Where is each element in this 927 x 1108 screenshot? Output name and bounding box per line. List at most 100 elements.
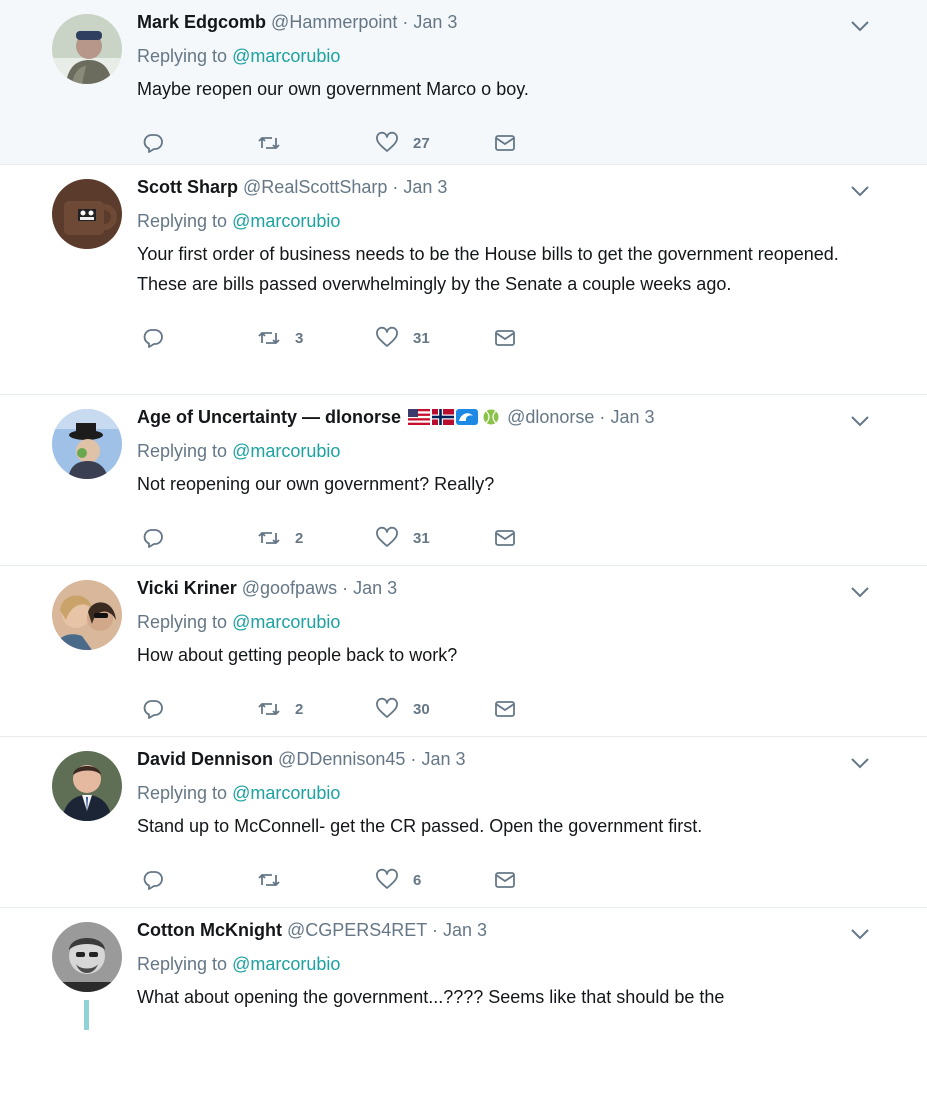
retweet-count: 2	[295, 529, 304, 547]
like-button[interactable]: 31	[375, 525, 430, 551]
tweet[interactable]: Scott Sharp @RealScottSharp · Jan 3 Repl…	[0, 165, 927, 395]
heart-icon	[376, 697, 398, 718]
direct-message-button[interactable]	[493, 525, 517, 551]
user-handle[interactable]: @RealScottSharp	[243, 177, 387, 197]
like-button[interactable]: 6	[375, 867, 421, 893]
avatar[interactable]	[52, 179, 122, 249]
user-handle[interactable]: @Hammerpoint	[271, 12, 397, 32]
tweet-timestamp[interactable]: Jan 3	[353, 578, 397, 598]
replying-to: Replying to @marcorubio	[137, 44, 867, 68]
replying-to-label: Replying to	[137, 211, 228, 231]
tweet-timestamp[interactable]: Jan 3	[403, 177, 447, 197]
direct-message-button[interactable]	[493, 696, 517, 722]
retweet-icon	[258, 137, 280, 149]
like-count: 27	[413, 134, 430, 152]
retweet-button[interactable]	[257, 130, 295, 156]
replying-to-label: Replying to	[137, 441, 228, 461]
heart-icon	[376, 868, 398, 889]
tweet-text: What about opening the government...????…	[137, 987, 725, 1007]
retweet-icon	[258, 874, 280, 886]
user-fullname[interactable]: Scott Sharp	[137, 177, 238, 197]
avatar[interactable]	[52, 580, 122, 650]
user-handle[interactable]: @goofpaws	[242, 578, 337, 598]
user-fullname[interactable]: David Dennison	[137, 749, 273, 769]
direct-message-button[interactable]	[493, 325, 517, 351]
chevron-down-icon[interactable]	[849, 926, 871, 942]
tweet-timestamp[interactable]: Jan 3	[421, 749, 465, 769]
retweet-button[interactable]: 3	[257, 325, 303, 351]
mention-link[interactable]: @marcorubio	[232, 783, 340, 803]
tweet-header: David Dennison @DDennison45 · Jan 3	[137, 747, 867, 771]
retweet-icon	[258, 532, 280, 544]
retweet-count: 3	[295, 329, 304, 347]
retweet-button[interactable]: 2	[257, 525, 303, 551]
retweet-button[interactable]	[257, 867, 295, 893]
reply-button[interactable]	[141, 130, 165, 156]
thread-connector	[84, 1000, 89, 1030]
retweet-count: 2	[295, 700, 304, 718]
direct-message-button[interactable]	[493, 867, 517, 893]
user-fullname[interactable]: Age of Uncertainty — dlonorse	[137, 407, 401, 427]
mention-link[interactable]: @marcorubio	[232, 211, 340, 231]
mention-link[interactable]: @marcorubio	[232, 954, 340, 974]
tweet-header: Mark Edgcomb @Hammerpoint · Jan 3	[137, 10, 867, 34]
like-count: 30	[413, 700, 430, 718]
tweet-header: Scott Sharp @RealScottSharp · Jan 3	[137, 175, 867, 199]
chevron-down-icon[interactable]	[849, 18, 871, 34]
reply-button[interactable]	[141, 525, 165, 551]
tweet-actions: 2 31	[137, 513, 867, 569]
tweet[interactable]: David Dennison @DDennison45 · Jan 3 Repl…	[0, 737, 927, 908]
avatar[interactable]	[52, 409, 122, 479]
tweet-text: How about getting people back to work?	[137, 645, 458, 665]
envelope-icon	[495, 701, 515, 717]
tweet-timestamp[interactable]: Jan 3	[610, 407, 654, 427]
tweet-timestamp[interactable]: Jan 3	[443, 920, 487, 940]
user-handle[interactable]: @dlonorse	[507, 407, 594, 427]
avatar[interactable]	[52, 14, 122, 84]
reply-button[interactable]	[141, 867, 165, 893]
like-button[interactable]: 31	[375, 325, 430, 351]
chevron-down-icon[interactable]	[849, 413, 871, 429]
tweet-timestamp[interactable]: Jan 3	[413, 12, 457, 32]
reply-button[interactable]	[141, 325, 165, 351]
like-count: 31	[413, 529, 430, 547]
chevron-down-icon[interactable]	[849, 584, 871, 600]
like-button[interactable]: 27	[375, 130, 430, 156]
avatar[interactable]	[52, 922, 122, 992]
replying-to-label: Replying to	[137, 612, 228, 632]
tweet-text: Not reopening our own government? Really…	[137, 474, 495, 494]
reply-button[interactable]	[141, 696, 165, 722]
tweet[interactable]: Cotton McKnight @CGPERS4RET · Jan 3 Repl…	[0, 908, 927, 1108]
mention-link[interactable]: @marcorubio	[232, 46, 340, 66]
reply-icon	[143, 700, 163, 719]
direct-message-button[interactable]	[493, 130, 517, 156]
mention-link[interactable]: @marcorubio	[232, 612, 340, 632]
separator: ·	[342, 578, 349, 598]
replying-to-label: Replying to	[137, 46, 228, 66]
replying-to: Replying to @marcorubio	[137, 439, 867, 463]
separator: ·	[410, 749, 417, 769]
avatar[interactable]	[52, 751, 122, 821]
user-handle[interactable]: @CGPERS4RET	[287, 920, 427, 940]
separator: ·	[402, 12, 409, 32]
separator: ·	[431, 920, 438, 940]
user-fullname[interactable]: Cotton McKnight	[137, 920, 282, 940]
user-fullname[interactable]: Mark Edgcomb	[137, 12, 266, 32]
tweet-actions: 2 30	[137, 684, 867, 740]
tennis-ball-emoji	[483, 409, 499, 425]
tweet[interactable]: Mark Edgcomb @Hammerpoint · Jan 3 Replyi…	[0, 0, 927, 165]
tweet[interactable]: Vicki Kriner @goofpaws · Jan 3 Replying …	[0, 566, 927, 737]
like-count: 31	[413, 329, 430, 347]
chevron-down-icon[interactable]	[849, 755, 871, 771]
user-fullname[interactable]: Vicki Kriner	[137, 578, 237, 598]
mention-link[interactable]: @marcorubio	[232, 441, 340, 461]
envelope-icon	[495, 872, 515, 888]
tweet-actions: 6	[137, 855, 867, 911]
envelope-icon	[495, 330, 515, 346]
user-handle[interactable]: @DDennison45	[278, 749, 405, 769]
replying-to-label: Replying to	[137, 954, 228, 974]
tweet[interactable]: Age of Uncertainty — dlonorse @dlonorse …	[0, 395, 927, 566]
chevron-down-icon[interactable]	[849, 183, 871, 199]
retweet-button[interactable]: 2	[257, 696, 303, 722]
like-button[interactable]: 30	[375, 696, 430, 722]
